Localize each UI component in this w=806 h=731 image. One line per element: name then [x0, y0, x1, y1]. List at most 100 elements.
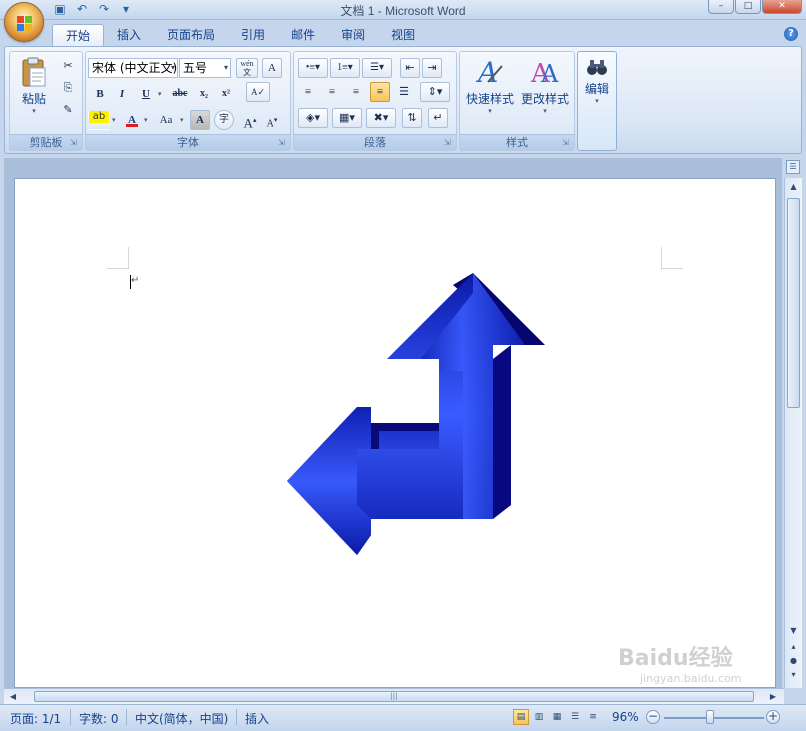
- draft-view-icon[interactable]: ≡: [585, 709, 601, 725]
- browse-object-icon[interactable]: ●: [787, 654, 800, 668]
- tab-view[interactable]: 视图: [378, 24, 428, 46]
- copy-icon[interactable]: ⎘: [58, 78, 78, 98]
- arrow-shape[interactable]: [287, 273, 547, 563]
- next-page-icon[interactable]: ▾: [787, 668, 800, 682]
- scroll-up-icon[interactable]: ▲: [787, 180, 800, 194]
- status-divider: [70, 709, 71, 725]
- status-divider: [126, 709, 127, 725]
- bold-button[interactable]: B: [90, 84, 110, 104]
- phonetic-guide-button[interactable]: wén 文: [236, 58, 258, 78]
- chevron-down-icon[interactable]: ▾: [144, 116, 148, 124]
- horizontal-scroll-thumb[interactable]: |||: [34, 691, 754, 702]
- quick-styles-button[interactable]: A 快速样式 ▾: [462, 56, 518, 115]
- ribbon-tabs: 开始 插入 页面布局 引用 邮件 审阅 视图: [52, 24, 428, 46]
- scroll-left-icon[interactable]: ◀: [6, 690, 20, 704]
- full-screen-reading-icon[interactable]: ▥: [531, 709, 547, 725]
- numbering-button[interactable]: 1≡▾: [330, 58, 360, 78]
- dialog-launcher-icon[interactable]: ⇲: [278, 138, 287, 147]
- subscript-button[interactable]: x₂: [194, 84, 214, 104]
- bullets-button[interactable]: •≡▾: [298, 58, 328, 78]
- enclose-char-button[interactable]: 字: [214, 110, 234, 130]
- help-icon[interactable]: ?: [784, 27, 798, 41]
- vertical-scroll-thumb[interactable]: [787, 198, 800, 408]
- clear-formatting-button[interactable]: A✓: [246, 82, 270, 102]
- status-divider: [236, 709, 237, 725]
- maximize-button[interactable]: □: [735, 0, 761, 14]
- font-size-combo[interactable]: 五号 ▾: [179, 58, 231, 78]
- font-color-button[interactable]: A: [122, 110, 142, 130]
- char-border-button[interactable]: A: [262, 58, 282, 78]
- superscript-button[interactable]: x²: [216, 84, 236, 104]
- tab-home[interactable]: 开始: [52, 24, 105, 46]
- strikethrough-button[interactable]: abc: [168, 84, 192, 104]
- chevron-down-icon[interactable]: ▾: [158, 90, 162, 98]
- multilevel-list-button[interactable]: ☰▾: [362, 58, 392, 78]
- tab-mailings[interactable]: 邮件: [278, 24, 328, 46]
- justify-button[interactable]: ≡: [370, 82, 390, 102]
- line-spacing-button[interactable]: ⇕▾: [420, 82, 450, 102]
- cut-icon[interactable]: ✂: [58, 56, 78, 76]
- minimize-button[interactable]: –: [708, 0, 734, 14]
- zoom-slider[interactable]: [664, 717, 764, 719]
- tab-page-layout[interactable]: 页面布局: [154, 24, 228, 46]
- shading-button[interactable]: ◈▾: [298, 108, 328, 128]
- chevron-down-icon: ▾: [223, 63, 228, 72]
- chevron-down-icon: ▾: [32, 107, 36, 115]
- horizontal-scrollbar[interactable]: ◀ ||| ▶: [4, 688, 784, 704]
- dialog-launcher-icon[interactable]: ⇲: [444, 138, 453, 147]
- align-left-button[interactable]: ≡: [298, 82, 318, 102]
- change-case-button[interactable]: Aa: [154, 110, 178, 130]
- zoom-in-icon[interactable]: +: [766, 710, 780, 724]
- align-right-button[interactable]: ≡: [346, 82, 366, 102]
- tab-references[interactable]: 引用: [228, 24, 278, 46]
- chevron-down-icon[interactable]: ▾: [180, 116, 184, 124]
- document-page[interactable]: ↵: [14, 178, 776, 688]
- zoom-slider-thumb[interactable]: [706, 710, 714, 724]
- tab-review[interactable]: 审阅: [328, 24, 378, 46]
- highlight-button[interactable]: ab: [88, 110, 110, 130]
- show-marks-button[interactable]: ↵: [428, 108, 448, 128]
- ribbon: 粘贴 ▾ ✂ ⎘ ✎ 剪贴板 ⇲ 宋体 (中文正文) ▾ 五号 ▾ wén 文 A…: [4, 46, 802, 154]
- editing-button[interactable]: 编辑 ▾: [580, 56, 614, 105]
- web-layout-icon[interactable]: ▦: [549, 709, 565, 725]
- status-bar: 页面: 1/1 字数: 0 中文(简体，中国) 插入 ▤ ▥ ▦ ☰ ≡ 96%…: [0, 704, 806, 731]
- chevron-down-icon[interactable]: ▾: [112, 116, 116, 124]
- distributed-button[interactable]: ☰: [394, 82, 414, 102]
- chevron-down-icon: ▾: [543, 107, 547, 115]
- dialog-launcher-icon[interactable]: ⇲: [562, 138, 571, 147]
- language-indicator[interactable]: 中文(简体，中国): [135, 710, 228, 727]
- decrease-indent-button[interactable]: ⇤: [400, 58, 420, 78]
- format-painter-icon[interactable]: ✎: [58, 100, 78, 120]
- scroll-down-icon[interactable]: ▼: [787, 624, 800, 638]
- zoom-level[interactable]: 96%: [612, 710, 639, 724]
- change-styles-icon: A A: [530, 59, 559, 88]
- word-count[interactable]: 字数: 0: [79, 710, 119, 727]
- insert-mode[interactable]: 插入: [245, 710, 269, 727]
- font-name-combo[interactable]: 宋体 (中文正文) ▾: [88, 58, 178, 78]
- borders-button[interactable]: ▦▾: [332, 108, 362, 128]
- print-layout-view-icon[interactable]: ▤: [513, 709, 529, 725]
- office-button[interactable]: [4, 2, 44, 42]
- paste-button[interactable]: 粘贴 ▾: [14, 56, 54, 115]
- page-count[interactable]: 页面: 1/1: [10, 710, 61, 727]
- char-shading-button[interactable]: A: [190, 110, 210, 130]
- previous-page-icon[interactable]: ▴: [787, 640, 800, 654]
- italic-button[interactable]: I: [112, 84, 132, 104]
- change-styles-button[interactable]: A A 更改样式 ▾: [518, 56, 572, 115]
- grow-font-button[interactable]: A▴: [240, 110, 260, 130]
- font-size-value: 五号: [183, 61, 208, 75]
- align-center-button[interactable]: ≡: [322, 82, 342, 102]
- increase-indent-button[interactable]: ⇥: [422, 58, 442, 78]
- tab-insert[interactable]: 插入: [104, 24, 154, 46]
- outline-view-icon[interactable]: ☰: [567, 709, 583, 725]
- ruler-toggle-icon[interactable]: ☰: [786, 160, 800, 174]
- zoom-out-icon[interactable]: −: [646, 710, 660, 724]
- underline-button[interactable]: U: [136, 84, 156, 104]
- vertical-scrollbar[interactable]: ▲ ▼ ▴ ● ▾: [784, 178, 802, 688]
- dialog-launcher-icon[interactable]: ⇲: [70, 138, 79, 147]
- sort-button[interactable]: ⇅: [402, 108, 422, 128]
- chinese-layout-button[interactable]: ✖▾: [366, 108, 396, 128]
- scroll-right-icon[interactable]: ▶: [766, 690, 780, 704]
- close-button[interactable]: ✕: [762, 0, 802, 14]
- shrink-font-button[interactable]: A▾: [262, 110, 282, 130]
